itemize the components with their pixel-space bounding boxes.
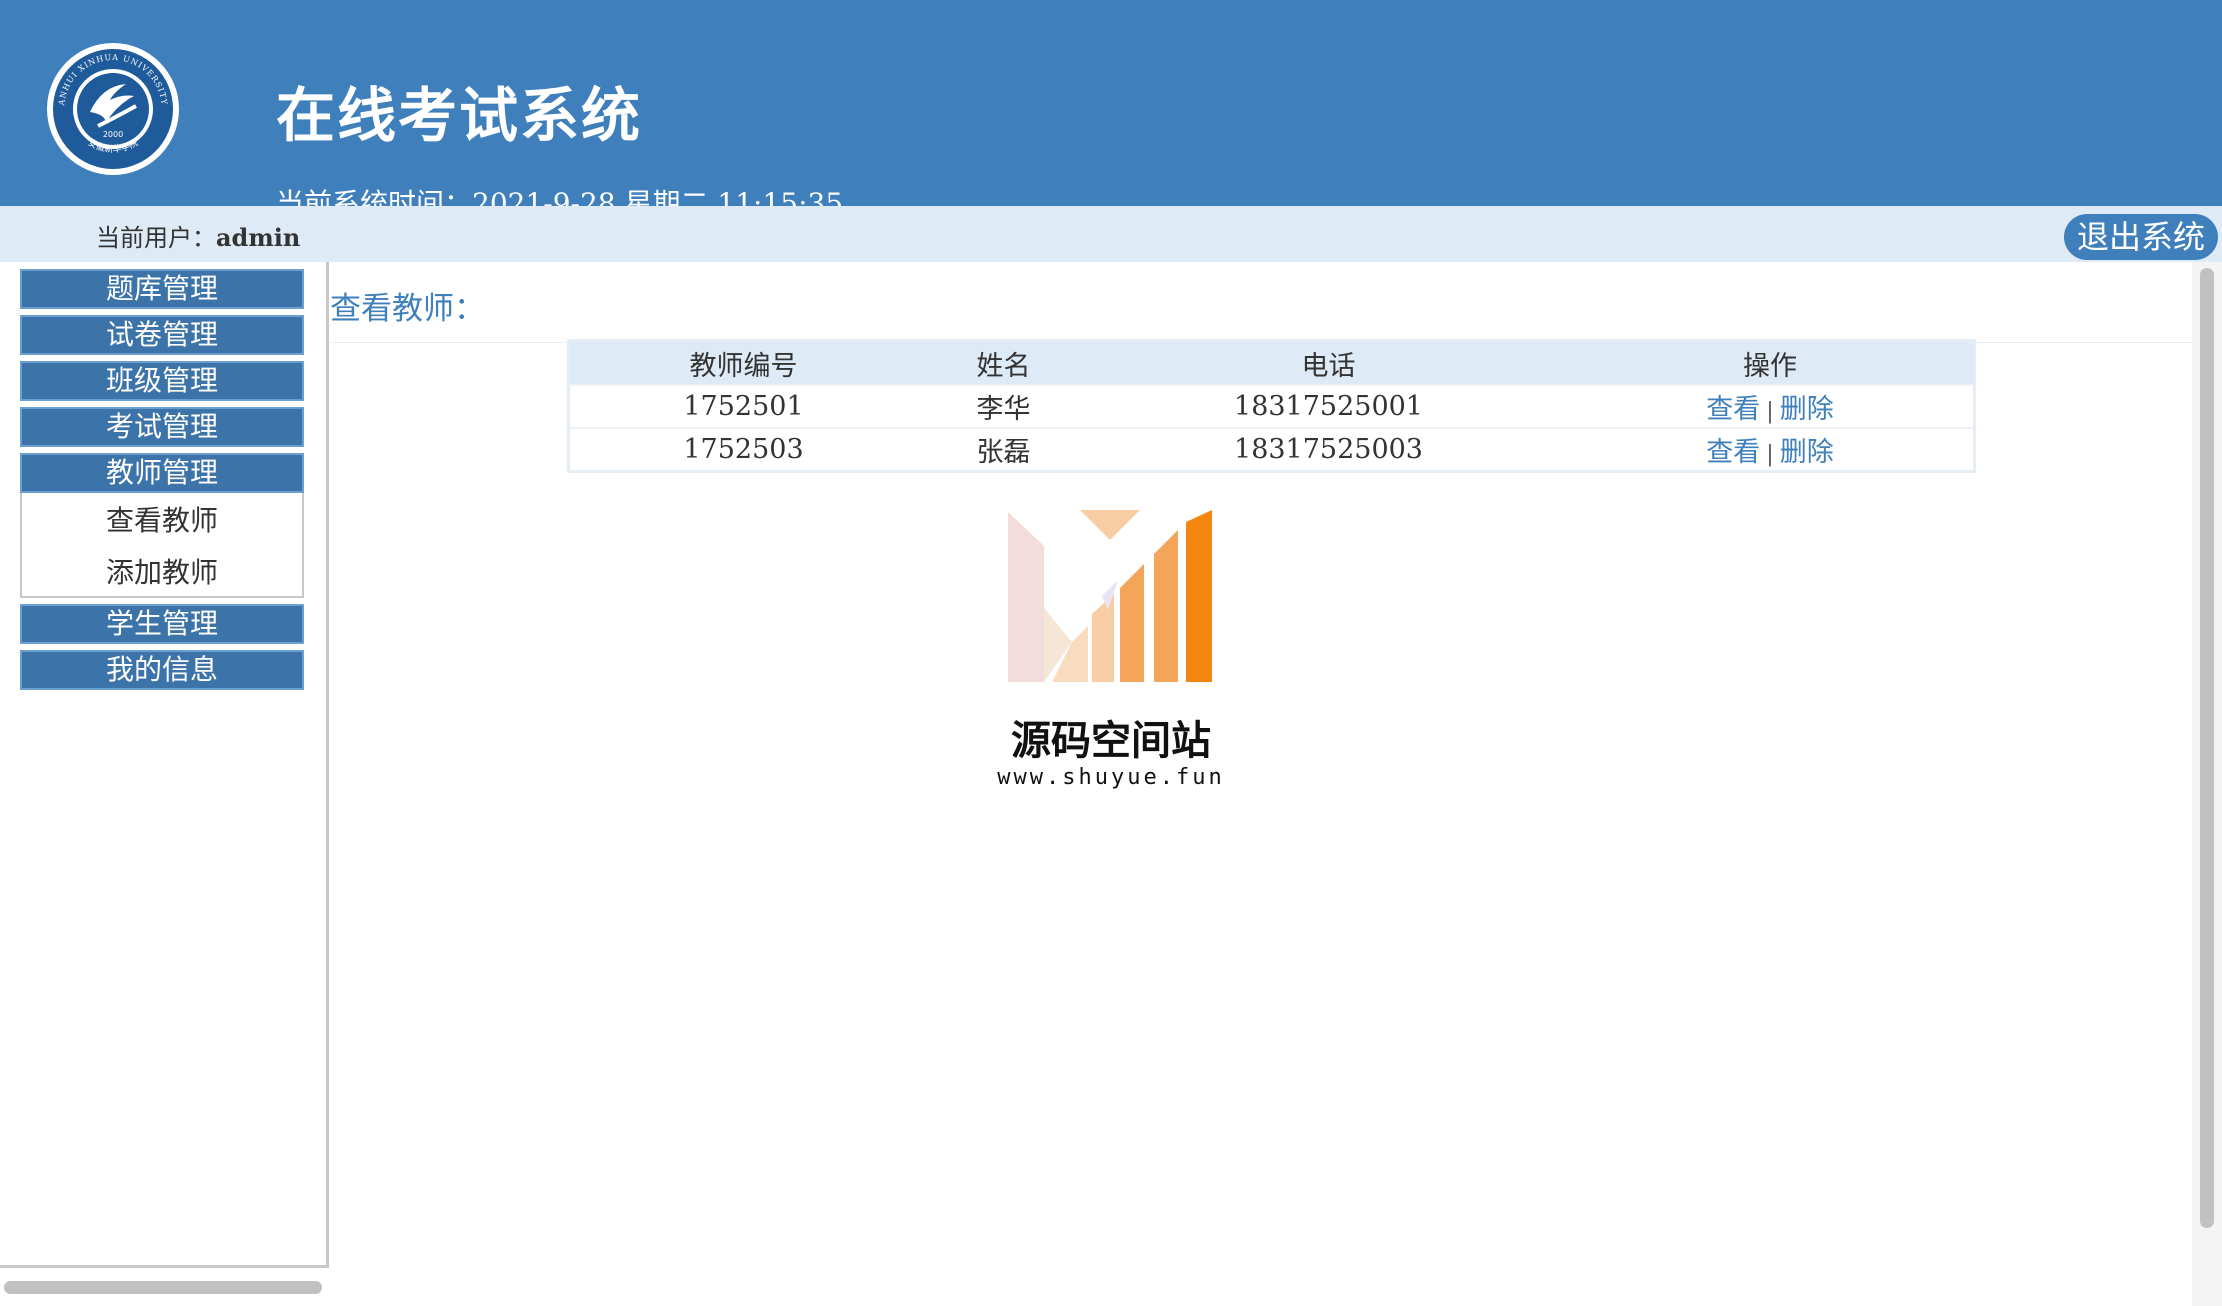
column-header-name: 姓名 [917, 342, 1090, 385]
teacher-submenu: 查看教师 添加教师 [20, 493, 304, 598]
system-title: 在线考试系统 [276, 81, 643, 150]
current-username: admin [216, 223, 301, 252]
sidebar-item-classes[interactable]: 班级管理 [20, 361, 304, 401]
sidebar-item-teachers[interactable]: 教师管理 [20, 453, 304, 493]
teacher-name: 李华 [917, 384, 1090, 428]
sidebar-item-papers[interactable]: 试卷管理 [20, 315, 304, 355]
teacher-phone: 18317525001 [1090, 384, 1567, 428]
column-header-actions: 操作 [1567, 342, 1973, 385]
vertical-scroll-thumb[interactable] [2200, 268, 2214, 1228]
table-row: 1752501 李华 18317525001 查看 | 删除 [570, 384, 1973, 428]
teacher-id: 1752501 [570, 384, 917, 428]
watermark-name: 源码空间站 [1011, 718, 1211, 764]
action-separator: | [1766, 399, 1774, 424]
view-link[interactable]: 查看 [1706, 394, 1760, 425]
sidebar-item-exams[interactable]: 考试管理 [20, 407, 304, 447]
table-row: 1752503 张磊 18317525003 查看 | 删除 [570, 427, 1973, 470]
teacher-table: 教师编号 姓名 电话 操作 1752501 李华 18317525001 查看 |… [570, 342, 1973, 470]
teacher-id: 1752503 [570, 427, 917, 470]
row-actions: 查看 | 删除 [1567, 427, 1973, 470]
current-user: 当前用户：admin [96, 218, 300, 253]
delete-link[interactable]: 删除 [1780, 437, 1834, 468]
table-header-row: 教师编号 姓名 电话 操作 [570, 342, 1973, 385]
teacher-name: 张磊 [917, 427, 1090, 470]
university-logo: 2000 ANHUI XINHUA UNIVERSITY 安徽新华学院 [47, 43, 179, 175]
page-title: 查看教师： [330, 291, 485, 327]
logout-button[interactable]: 退出系统 [2064, 214, 2218, 260]
sidebar: 题库管理 试卷管理 班级管理 考试管理 教师管理 查看教师 添加教师 学生管理 … [0, 262, 329, 1268]
sidebar-scroll-thumb[interactable] [4, 1281, 322, 1294]
current-user-label: 当前用户： [96, 224, 216, 252]
column-header-id: 教师编号 [570, 342, 917, 385]
submenu-view-teachers[interactable]: 查看教师 [22, 501, 302, 541]
submenu-add-teacher[interactable]: 添加教师 [22, 553, 302, 593]
user-bar: 当前用户：admin 退出系统 [0, 206, 2222, 262]
header-banner: 2000 ANHUI XINHUA UNIVERSITY 安徽新华学院 在线考试… [0, 0, 2222, 206]
watermark-logo-icon [1008, 510, 1212, 682]
column-header-phone: 电话 [1090, 342, 1567, 385]
sidebar-item-question-bank[interactable]: 题库管理 [20, 269, 304, 309]
row-actions: 查看 | 删除 [1567, 384, 1973, 428]
watermark-url: www.shuyue.fun [997, 765, 1225, 790]
system-time: 当前系统时间：2021-9-28 星期二 11:15:35 [276, 187, 844, 206]
delete-link[interactable]: 删除 [1780, 394, 1834, 425]
sidebar-item-my-info[interactable]: 我的信息 [20, 650, 304, 690]
action-separator: | [1766, 442, 1774, 467]
view-link[interactable]: 查看 [1706, 437, 1760, 468]
logo-year: 2000 [103, 130, 123, 139]
sidebar-item-students[interactable]: 学生管理 [20, 604, 304, 644]
teacher-phone: 18317525003 [1090, 427, 1567, 470]
